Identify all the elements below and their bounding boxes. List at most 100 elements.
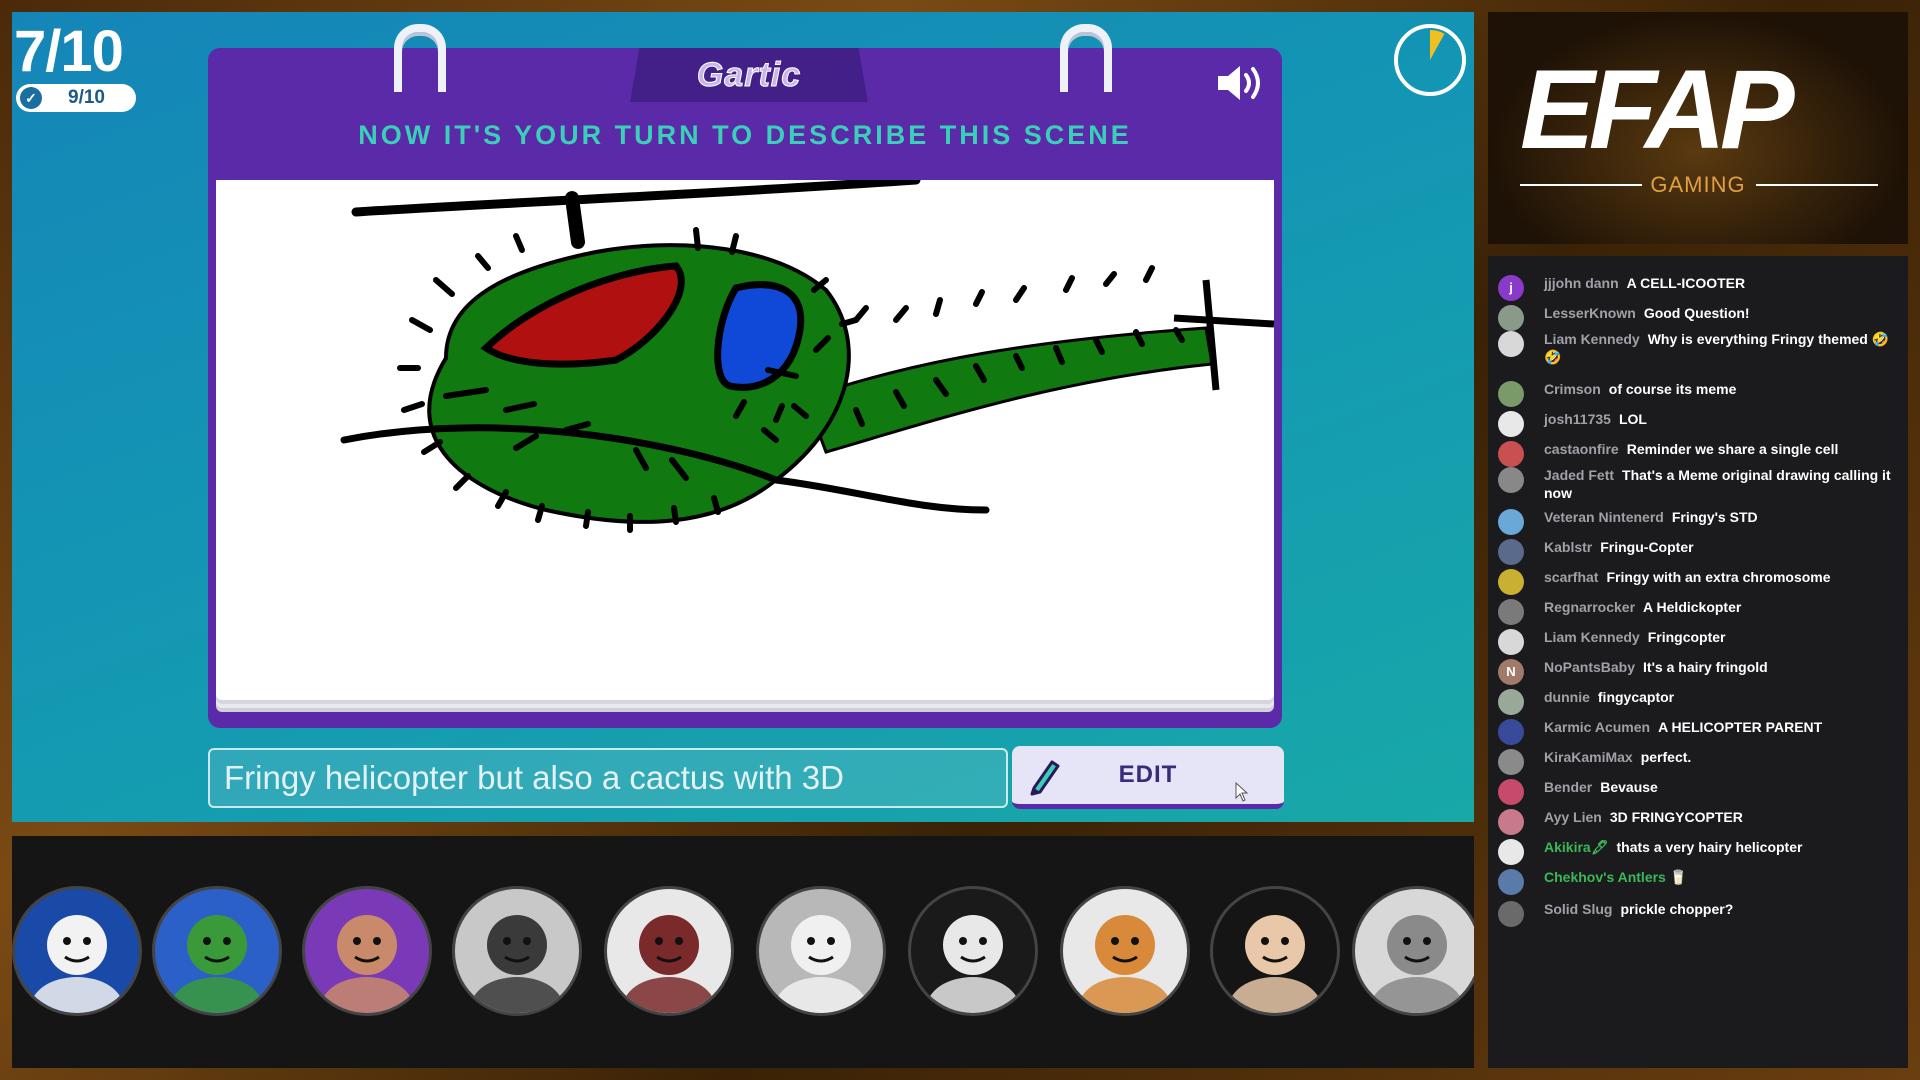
chat-avatar[interactable] [1498, 809, 1524, 835]
chat-avatar[interactable] [1498, 599, 1524, 625]
card-header: Gartic NOW IT'S YOUR TURN TO DESCRIBE TH… [208, 48, 1282, 176]
chat-avatar[interactable] [1498, 901, 1524, 927]
game-logo: Gartic [630, 48, 868, 102]
chat-text: A HELICOPTER PARENT [1658, 719, 1823, 735]
chat-avatar[interactable]: N [1498, 659, 1524, 685]
chat-message-body: Chekhov's Antlers 🥛 [1544, 868, 1695, 886]
chat-avatar[interactable] [1498, 689, 1524, 715]
chat-username[interactable]: LesserKnown [1544, 305, 1636, 321]
chat-username[interactable]: Jaded Fett [1544, 467, 1614, 483]
chat-text: 3D FRINGYCOPTER [1609, 809, 1743, 825]
answer-input-value: Fringy helicopter but also a cactus with… [224, 759, 844, 796]
chat-message: scarfhat Fringy with an extra chromosome [1498, 568, 1898, 595]
chat-avatar[interactable] [1498, 441, 1524, 467]
chat-message-body: castaonfire Reminder we share a single ce… [1544, 440, 1838, 458]
chat-username[interactable]: Solid Slug [1544, 901, 1612, 917]
chat-message-body: Ayy Lien 3D FRINGYCOPTER [1544, 808, 1743, 826]
chat-message-body: Crimson of course its meme [1544, 380, 1736, 398]
chat-username[interactable]: scarfhat [1544, 569, 1598, 585]
avatar-face-icon [1079, 915, 1171, 1013]
chat-username[interactable]: castaonfire [1544, 441, 1619, 457]
chat-text: Reminder we share a single cell [1626, 441, 1839, 457]
chat-message: Solid Slug prickle chopper? [1498, 900, 1898, 927]
chat-avatar[interactable] [1498, 869, 1524, 895]
chat-message-body: josh11735 LOL [1544, 410, 1647, 428]
chat-username[interactable]: Kablstr [1544, 539, 1592, 555]
chat-message: Ayy Lien 3D FRINGYCOPTER [1498, 808, 1898, 835]
chat-message-body: Veteran Nintenerd Fringy's STD [1544, 508, 1758, 526]
chat-avatar[interactable] [1498, 719, 1524, 745]
chat-username[interactable]: Veteran Nintenerd [1544, 509, 1664, 525]
chat-message-body: Bender Bevause [1544, 778, 1658, 796]
cursor-icon [1235, 782, 1248, 802]
avatar-face-icon [321, 915, 413, 1013]
brand-logo: EFAP [1520, 47, 1795, 172]
chat-message: j jjjohn dann A CELL-ICOOTER [1498, 274, 1898, 301]
drawing-card: Gartic NOW IT'S YOUR TURN TO DESCRIBE TH… [208, 24, 1282, 728]
chat-avatar[interactable] [1498, 509, 1524, 535]
chat-avatar[interactable] [1498, 331, 1524, 357]
chat-username[interactable]: jjjohn dann [1544, 275, 1619, 291]
chat-text: of course its meme [1608, 381, 1737, 397]
chat-avatar[interactable] [1498, 569, 1524, 595]
chat-message-body: Solid Slug prickle chopper? [1544, 900, 1733, 918]
edit-button[interactable]: EDIT [1012, 746, 1284, 809]
chat-username[interactable]: Liam Kennedy [1544, 629, 1640, 645]
chat-username[interactable]: Chekhov's Antlers 🥛 [1544, 869, 1687, 885]
chat-message: N NoPantsBaby It's a hairy fringold [1498, 658, 1898, 685]
avatar-face-icon [927, 915, 1019, 1013]
chat-message: josh11735 LOL [1498, 410, 1898, 437]
prompt-title: NOW IT'S YOUR TURN TO DESCRIBE THIS SCEN… [358, 120, 1132, 150]
answer-input[interactable]: Fringy helicopter but also a cactus with… [208, 748, 1008, 808]
chat-avatar[interactable] [1498, 749, 1524, 775]
chat-username[interactable]: Akikira🖋 [1544, 839, 1608, 855]
chat-avatar[interactable] [1498, 381, 1524, 407]
chat-avatar[interactable] [1498, 539, 1524, 565]
chat-message: Chekhov's Antlers 🥛 [1498, 868, 1898, 895]
chat-username[interactable]: Liam Kennedy [1544, 331, 1640, 347]
chat-avatar[interactable]: j [1498, 275, 1524, 301]
timer-icon [1394, 24, 1466, 96]
chat-avatar[interactable] [1498, 467, 1524, 493]
chat-avatar[interactable] [1498, 779, 1524, 805]
speaker-icon[interactable] [1214, 60, 1270, 106]
chat-text: Fringy's STD [1671, 509, 1758, 525]
avatar-face-icon [775, 915, 867, 1013]
chat-message: Karmic Acumen A HELICOPTER PARENT [1498, 718, 1898, 745]
chat-message-body: Liam Kennedy Fringcopter [1544, 628, 1725, 646]
chat-message-body: Kablstr Fringu-Copter [1544, 538, 1694, 556]
chat-message: castaonfire Reminder we share a single ce… [1498, 440, 1898, 467]
chat-username[interactable]: Crimson [1544, 381, 1601, 397]
brand-panel: EFAP GAMING [1488, 12, 1908, 244]
chat-panel[interactable]: j jjjohn dann A CELL-ICOOTER LesserKnown Goo… [1488, 256, 1908, 1068]
chat-avatar[interactable] [1498, 629, 1524, 655]
player-avatar [1352, 886, 1474, 1016]
chat-message: Kablstr Fringu-Copter [1498, 538, 1898, 565]
chat-username[interactable]: josh11735 [1544, 411, 1611, 427]
chat-text: A CELL-ICOOTER [1626, 275, 1746, 291]
avatar-face-icon [171, 915, 263, 1013]
chat-text: fingycaptor [1597, 689, 1675, 705]
chat-avatar[interactable] [1498, 839, 1524, 865]
chat-username[interactable]: Karmic Acumen [1544, 719, 1650, 735]
chat-text: thats a very hairy helicopter [1616, 839, 1803, 855]
chat-message-body: jjjohn dann A CELL-ICOOTER [1544, 274, 1745, 292]
chat-username[interactable]: KiraKamiMax [1544, 749, 1633, 765]
player-avatar [756, 886, 886, 1016]
chat-username[interactable]: Ayy Lien [1544, 809, 1602, 825]
drawing-canvas [216, 180, 1274, 700]
chat-avatar[interactable] [1498, 411, 1524, 437]
chat-username[interactable]: dunnie [1544, 689, 1590, 705]
chat-message-body: Jaded Fett That's a Meme original drawing… [1544, 466, 1898, 502]
rotor-blade [351, 180, 921, 217]
chat-username[interactable]: Regnarrocker [1544, 599, 1635, 615]
chat-username[interactable]: NoPantsBaby [1544, 659, 1635, 675]
chat-avatar[interactable] [1498, 305, 1524, 331]
chat-text: Bevause [1600, 779, 1658, 795]
chat-username[interactable]: Bender [1544, 779, 1592, 795]
chat-message-body: Akikira🖋 thats a very hairy helicopter [1544, 838, 1802, 856]
chat-message-body: dunnie fingycaptor [1544, 688, 1674, 706]
chat-message: Crimson of course its meme [1498, 380, 1898, 407]
chat-text: A Heldickopter [1643, 599, 1742, 615]
game-area: 7/10 ✓ 9/10 Gartic NOW IT'S YOUR TURN TO… [12, 12, 1474, 822]
